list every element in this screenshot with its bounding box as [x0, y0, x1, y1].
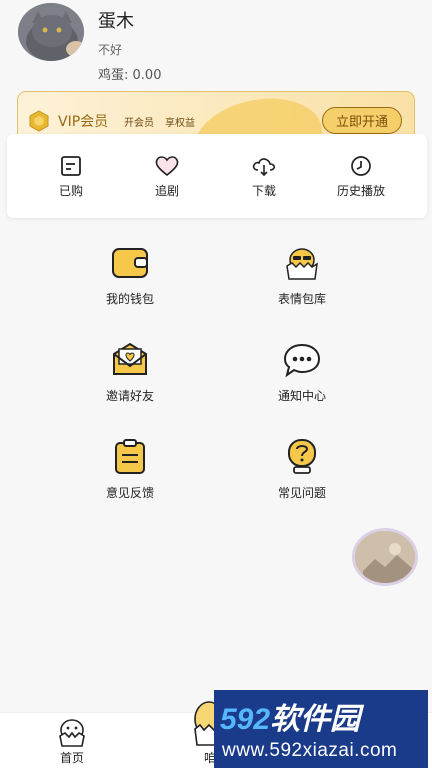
watermark-logo: 592软件园 www.592xiazai.com: [214, 690, 428, 768]
purchased-icon: [61, 156, 81, 176]
question-bubble-icon: [288, 439, 316, 474]
menu-faq-label: 常见问题: [277, 486, 326, 500]
quick-download-label: 下载: [251, 184, 276, 198]
egg-balance-label: 鸡蛋:: [98, 68, 129, 83]
watermark-brand-text: 软件园: [270, 703, 361, 736]
username: 蛋木: [98, 11, 134, 32]
menu-notifications[interactable]: 通知中心: [227, 340, 377, 430]
quick-follow[interactable]: 追剧: [117, 134, 217, 218]
tab-home[interactable]: 首页: [22, 713, 122, 768]
cloud-download-icon: [252, 158, 276, 177]
quick-actions: 已购 追剧 下载 历史播放: [7, 134, 427, 218]
vip-open-button[interactable]: 立即开通: [322, 107, 402, 134]
quick-history-label: 历史播放: [336, 184, 385, 198]
heart-icon: [155, 156, 179, 177]
vip-title: VIP会员: [58, 114, 109, 130]
menu-feedback[interactable]: 意见反馈: [55, 437, 205, 527]
user-bio: 不好: [98, 43, 123, 57]
menu-feedback-label: 意见反馈: [105, 486, 154, 500]
quick-purchased[interactable]: 已购: [21, 134, 121, 218]
vip-subtitle-1: 开会员: [124, 118, 154, 129]
menu-faq[interactable]: 常见问题: [227, 437, 377, 527]
vip-subtitle-2: 享权益: [165, 118, 195, 129]
clipboard-icon: [115, 439, 145, 474]
wallet-icon: [112, 248, 148, 278]
menu-stickers-label: 表情包库: [277, 292, 326, 306]
tab-home-label: 首页: [59, 751, 84, 765]
sticker-chick-icon: [286, 248, 318, 280]
avatar[interactable]: [18, 3, 84, 61]
watermark-url: www.592xiazai.com: [222, 740, 398, 761]
quick-follow-label: 追剧: [154, 184, 179, 198]
watermark-brand: 592软件园: [220, 694, 360, 738]
vip-hexagon-icon: [29, 110, 49, 132]
chat-bubble-icon: [283, 343, 321, 378]
menu-stickers[interactable]: 表情包库: [227, 243, 377, 333]
menu-notifications-label: 通知中心: [277, 389, 326, 403]
chick-home-icon: [59, 719, 85, 747]
watermark-brand-number: 592: [220, 703, 271, 736]
history-clock-icon: [351, 156, 371, 176]
menu-wallet[interactable]: 我的钱包: [55, 243, 205, 333]
quick-purchased-label: 已购: [58, 184, 83, 198]
egg-balance-value: 0.00: [132, 68, 162, 83]
floating-player-ball[interactable]: [352, 528, 418, 586]
invite-envelope-icon: [113, 342, 147, 375]
egg-balance: 鸡蛋: 0.00: [98, 64, 161, 83]
quick-download[interactable]: 下载: [214, 134, 314, 218]
profile-header: 蛋木 不好 鸡蛋: 0.00: [0, 0, 432, 90]
menu-wallet-label: 我的钱包: [105, 292, 154, 306]
quick-history[interactable]: 历史播放: [311, 134, 411, 218]
menu-invite[interactable]: 邀请好友: [55, 340, 205, 430]
menu-invite-label: 邀请好友: [105, 389, 154, 403]
